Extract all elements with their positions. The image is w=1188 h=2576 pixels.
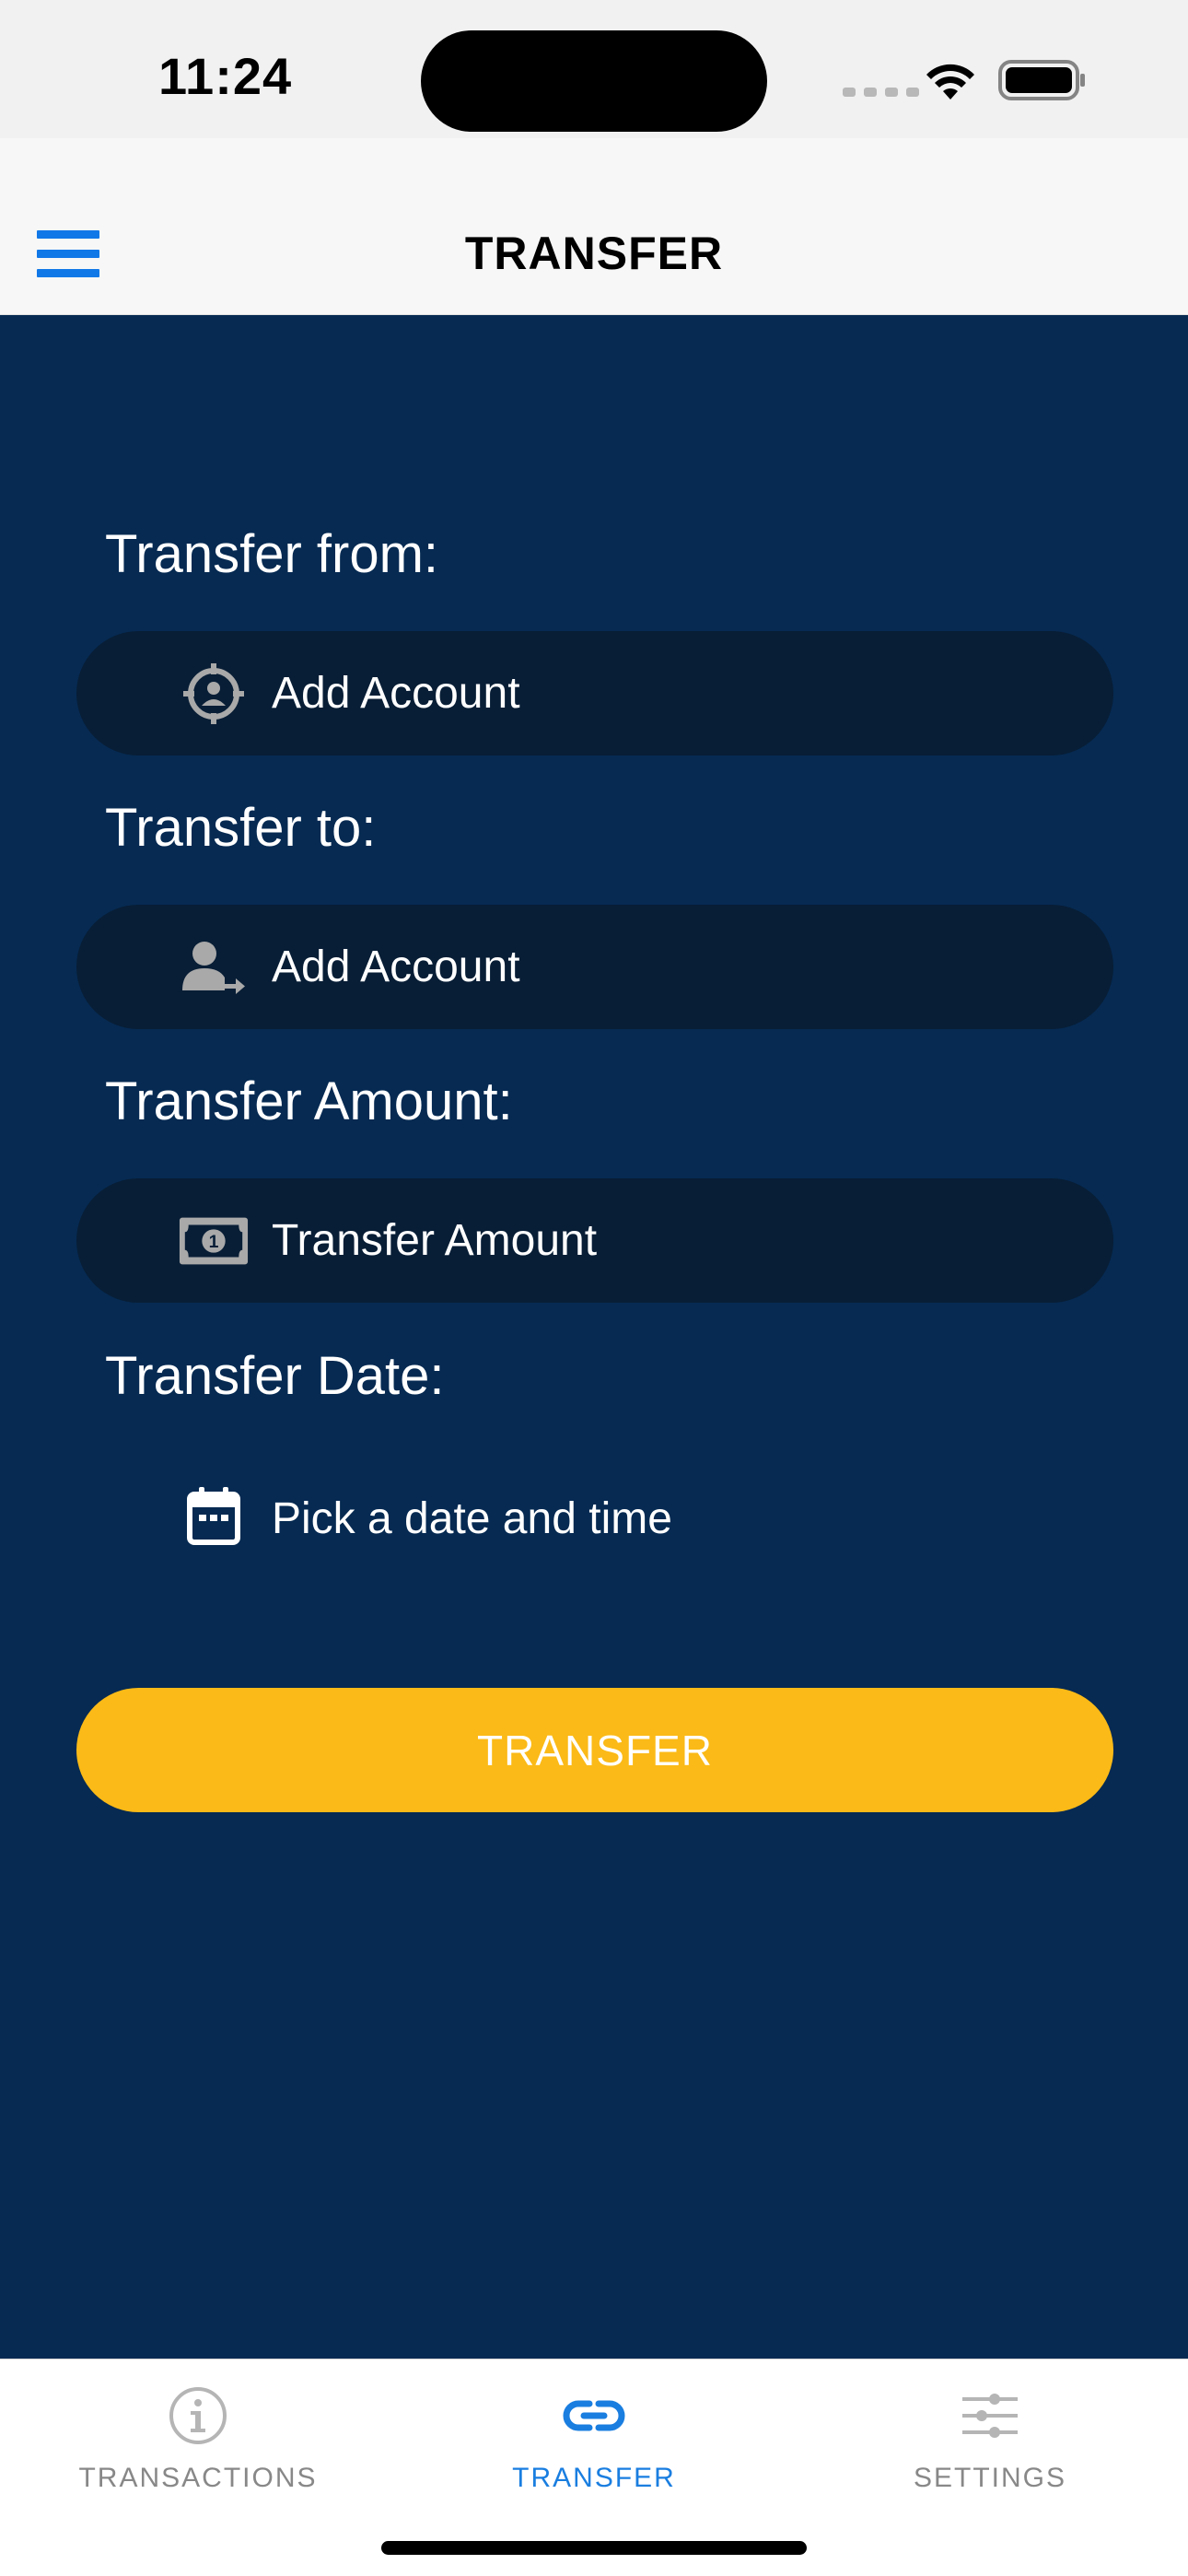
- transfer-to-placeholder: Add Account: [272, 943, 520, 991]
- tab-transactions[interactable]: TRANSACTIONS: [0, 2359, 396, 2507]
- transfer-from-field[interactable]: Add Account: [76, 631, 1113, 755]
- account-target-icon: [178, 661, 250, 727]
- page-title: TRANSFER: [464, 228, 724, 279]
- banknote-icon: 1: [178, 1208, 250, 1274]
- wifi-icon: [926, 64, 974, 100]
- transfer-amount-placeholder: Transfer Amount: [272, 1216, 598, 1265]
- cellular-signal-icon: [843, 88, 919, 97]
- tab-transactions-label: TRANSACTIONS: [78, 2463, 318, 2493]
- date-time-picker[interactable]: Pick a date and time: [76, 1451, 1113, 1580]
- transfer-amount-field[interactable]: 1 Transfer Amount: [76, 1178, 1113, 1303]
- tab-settings-label: SETTINGS: [913, 2463, 1066, 2493]
- date-time-placeholder: Pick a date and time: [272, 1494, 672, 1543]
- battery-icon: [998, 60, 1085, 100]
- status-time: 11:24: [158, 47, 293, 105]
- transfer-from-placeholder: Add Account: [272, 669, 520, 718]
- transfer-date-label: Transfer Date:: [105, 1346, 445, 1406]
- dynamic-island: [421, 30, 767, 132]
- tab-transfer[interactable]: TRANSFER: [396, 2359, 792, 2507]
- home-indicator: [381, 2541, 807, 2555]
- svg-text:1: 1: [209, 1232, 219, 1252]
- person-transfer-icon: [178, 934, 250, 1001]
- transfer-amount-label: Transfer Amount:: [105, 1071, 513, 1131]
- transfer-from-label: Transfer from:: [105, 524, 439, 584]
- sliders-icon: [962, 2394, 1018, 2438]
- transfer-to-label: Transfer to:: [105, 798, 377, 858]
- status-bar: 11:24: [0, 0, 1188, 138]
- navigation-bar: TRANSFER: [0, 138, 1188, 315]
- transfer-button[interactable]: TRANSFER: [76, 1688, 1113, 1812]
- transfer-screen: 11:24 TRANSFER Transfer from: Add Accoun…: [0, 0, 1188, 2576]
- tab-transfer-label: TRANSFER: [512, 2463, 676, 2493]
- link-icon: [563, 2400, 625, 2431]
- tab-settings[interactable]: SETTINGS: [792, 2359, 1188, 2507]
- transfer-to-field[interactable]: Add Account: [76, 905, 1113, 1029]
- calendar-icon: [178, 1482, 250, 1549]
- info-circle-icon: [169, 2387, 227, 2444]
